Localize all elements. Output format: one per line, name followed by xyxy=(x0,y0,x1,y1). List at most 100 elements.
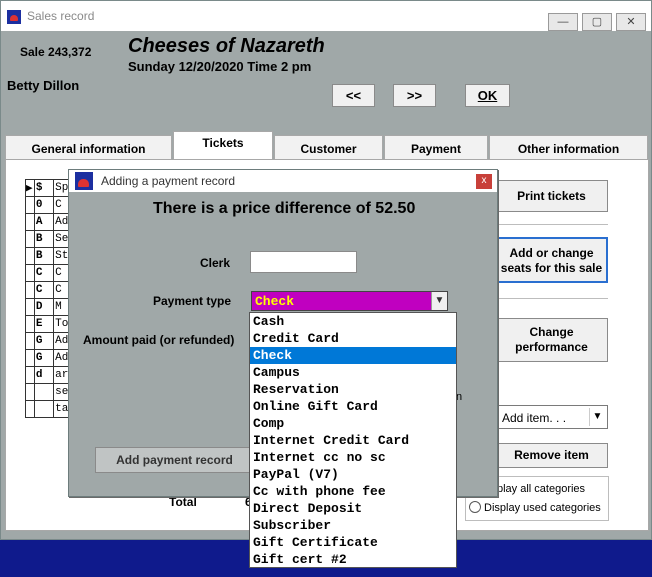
grid-cell: A xyxy=(33,213,55,231)
payment-option[interactable]: Cash xyxy=(250,313,456,330)
payment-option[interactable]: Reservation xyxy=(250,381,456,398)
price-difference-message: There is a price difference of 52.50 xyxy=(153,200,416,217)
dialog-title: Adding a payment record xyxy=(101,174,236,188)
payment-option[interactable]: Comp xyxy=(250,415,456,432)
payment-option[interactable]: Internet Credit Card xyxy=(250,432,456,449)
table-row[interactable]: A Ad xyxy=(25,213,73,231)
dialog-close-button[interactable]: x xyxy=(476,174,492,189)
grid-cell: E xyxy=(33,315,55,333)
payment-option[interactable]: Credit Card xyxy=(250,330,456,347)
row-selector-cell: ▶ xyxy=(25,179,35,197)
row-selector-cell xyxy=(25,281,35,299)
table-row[interactable]: E To xyxy=(25,315,73,333)
payment-type-value: Check xyxy=(255,294,295,309)
remove-item-button[interactable]: Remove item xyxy=(495,443,608,468)
table-row[interactable]: CC xyxy=(25,264,73,282)
payment-option[interactable]: Gift cert #2 xyxy=(250,551,456,568)
payment-type-dropdown-list: Cash Credit Card Check Campus Reservation Onl… xyxy=(249,312,457,568)
window-title: Sales record xyxy=(27,9,95,23)
add-payment-record-button[interactable]: Add payment record xyxy=(95,447,254,473)
payment-option[interactable]: Check xyxy=(250,347,456,364)
change-performance-button[interactable]: Change performance xyxy=(495,318,608,362)
table-row[interactable]: se xyxy=(25,383,73,401)
payment-option[interactable]: Online Gift Card xyxy=(250,398,456,415)
display-all-categories-radio[interactable]: play all categories xyxy=(497,483,585,495)
payment-option[interactable]: Internet cc no sc xyxy=(250,449,456,466)
ticket-grid: ▶ $ Sp 0 C A Ad B Se B St C C C C D M E To G Ad G Ad d ar se ta xyxy=(25,179,73,418)
grid-cell: G xyxy=(33,332,55,350)
grid-cell: $ xyxy=(33,179,55,197)
grid-cell: B xyxy=(33,247,55,265)
table-row[interactable]: ta xyxy=(25,400,73,418)
payment-type-select[interactable]: Check ▼ xyxy=(251,291,448,311)
grid-cell: G xyxy=(33,349,55,367)
grid-cell: d xyxy=(33,366,55,384)
row-selector-cell xyxy=(25,196,35,214)
payment-option[interactable]: Campus xyxy=(250,364,456,381)
window-titlebar: Sales record — ▢ ✕ xyxy=(1,1,651,31)
app-icon xyxy=(7,10,21,24)
change-performance-label-1: Change xyxy=(529,325,574,339)
payment-option[interactable]: Gift Certificate xyxy=(250,534,456,551)
ok-button[interactable]: OK xyxy=(465,84,510,107)
tab-customer[interactable]: Customer xyxy=(274,135,383,159)
display-all-label: play all categories xyxy=(497,483,586,495)
table-row[interactable]: G Ad xyxy=(25,349,73,367)
clerk-field[interactable] xyxy=(250,251,357,273)
table-row[interactable]: 0C xyxy=(25,196,73,214)
payment-option[interactable]: Subscriber xyxy=(250,517,456,534)
grid-cell: D xyxy=(33,298,55,316)
grid-cell xyxy=(33,400,55,418)
chevron-down-icon: ▼ xyxy=(431,292,447,310)
next-record-button[interactable]: >> xyxy=(393,84,436,107)
change-performance-label-2: performance xyxy=(515,340,588,354)
maximize-button[interactable]: ▢ xyxy=(582,13,612,31)
grid-cell: C xyxy=(33,264,55,282)
table-row[interactable]: ▶ $ Sp xyxy=(25,179,73,197)
payment-option[interactable]: Direct Deposit xyxy=(250,500,456,517)
row-selector-cell xyxy=(25,383,35,401)
add-change-seats-button[interactable]: Add or change seats for this sale xyxy=(495,237,608,283)
table-row[interactable]: CC xyxy=(25,281,73,299)
row-selector-cell xyxy=(25,247,35,265)
grid-cell xyxy=(33,383,55,401)
grid-cell: 0 xyxy=(33,196,55,214)
payment-option[interactable]: PayPal (V7) xyxy=(250,466,456,483)
close-button[interactable]: ✕ xyxy=(616,13,646,31)
tab-other-information[interactable]: Other information xyxy=(489,135,648,159)
app-icon xyxy=(75,172,93,190)
row-selector-cell xyxy=(25,366,35,384)
row-selector-cell xyxy=(25,213,35,231)
row-selector-cell xyxy=(25,349,35,367)
grid-cell: B xyxy=(33,230,55,248)
dialog-titlebar: Adding a payment record x xyxy=(69,170,497,192)
radio-circle-icon xyxy=(469,501,481,513)
table-row[interactable]: B St xyxy=(25,247,73,265)
customer-name: Betty Dillon xyxy=(7,78,80,93)
show-title: Cheeses of Nazareth xyxy=(128,35,325,57)
table-row[interactable]: d ar xyxy=(25,366,73,384)
total-label: Total xyxy=(169,495,197,509)
minimize-button[interactable]: — xyxy=(548,13,578,31)
add-change-seats-label-2: seats for this sale xyxy=(500,261,603,275)
clerk-label: Clerk xyxy=(200,256,231,270)
display-used-label: Display used categories xyxy=(484,502,601,514)
previous-record-button[interactable]: << xyxy=(332,84,375,107)
tab-payment[interactable]: Payment xyxy=(384,135,488,159)
payment-type-label: Payment type xyxy=(153,294,232,308)
table-row[interactable]: DM xyxy=(25,298,73,316)
grid-cell: C xyxy=(33,281,55,299)
tab-tickets[interactable]: Tickets xyxy=(173,131,273,160)
print-tickets-button[interactable]: Print tickets xyxy=(495,180,608,212)
display-used-categories-radio[interactable]: Display used categories xyxy=(469,501,601,514)
payment-option[interactable]: Cc with phone fee xyxy=(250,483,456,500)
tab-strip: General information Tickets Customer Pay… xyxy=(5,131,649,160)
tab-general-information[interactable]: General information xyxy=(5,135,172,159)
table-row[interactable]: B Se xyxy=(25,230,73,248)
row-selector-cell xyxy=(25,332,35,350)
divider xyxy=(495,298,608,299)
table-row[interactable]: G Ad xyxy=(25,332,73,350)
row-selector-cell xyxy=(25,400,35,418)
amount-paid-label: Amount paid (or refunded) xyxy=(83,333,235,347)
add-item-select[interactable]: Add item. . . ▼ xyxy=(495,405,608,429)
